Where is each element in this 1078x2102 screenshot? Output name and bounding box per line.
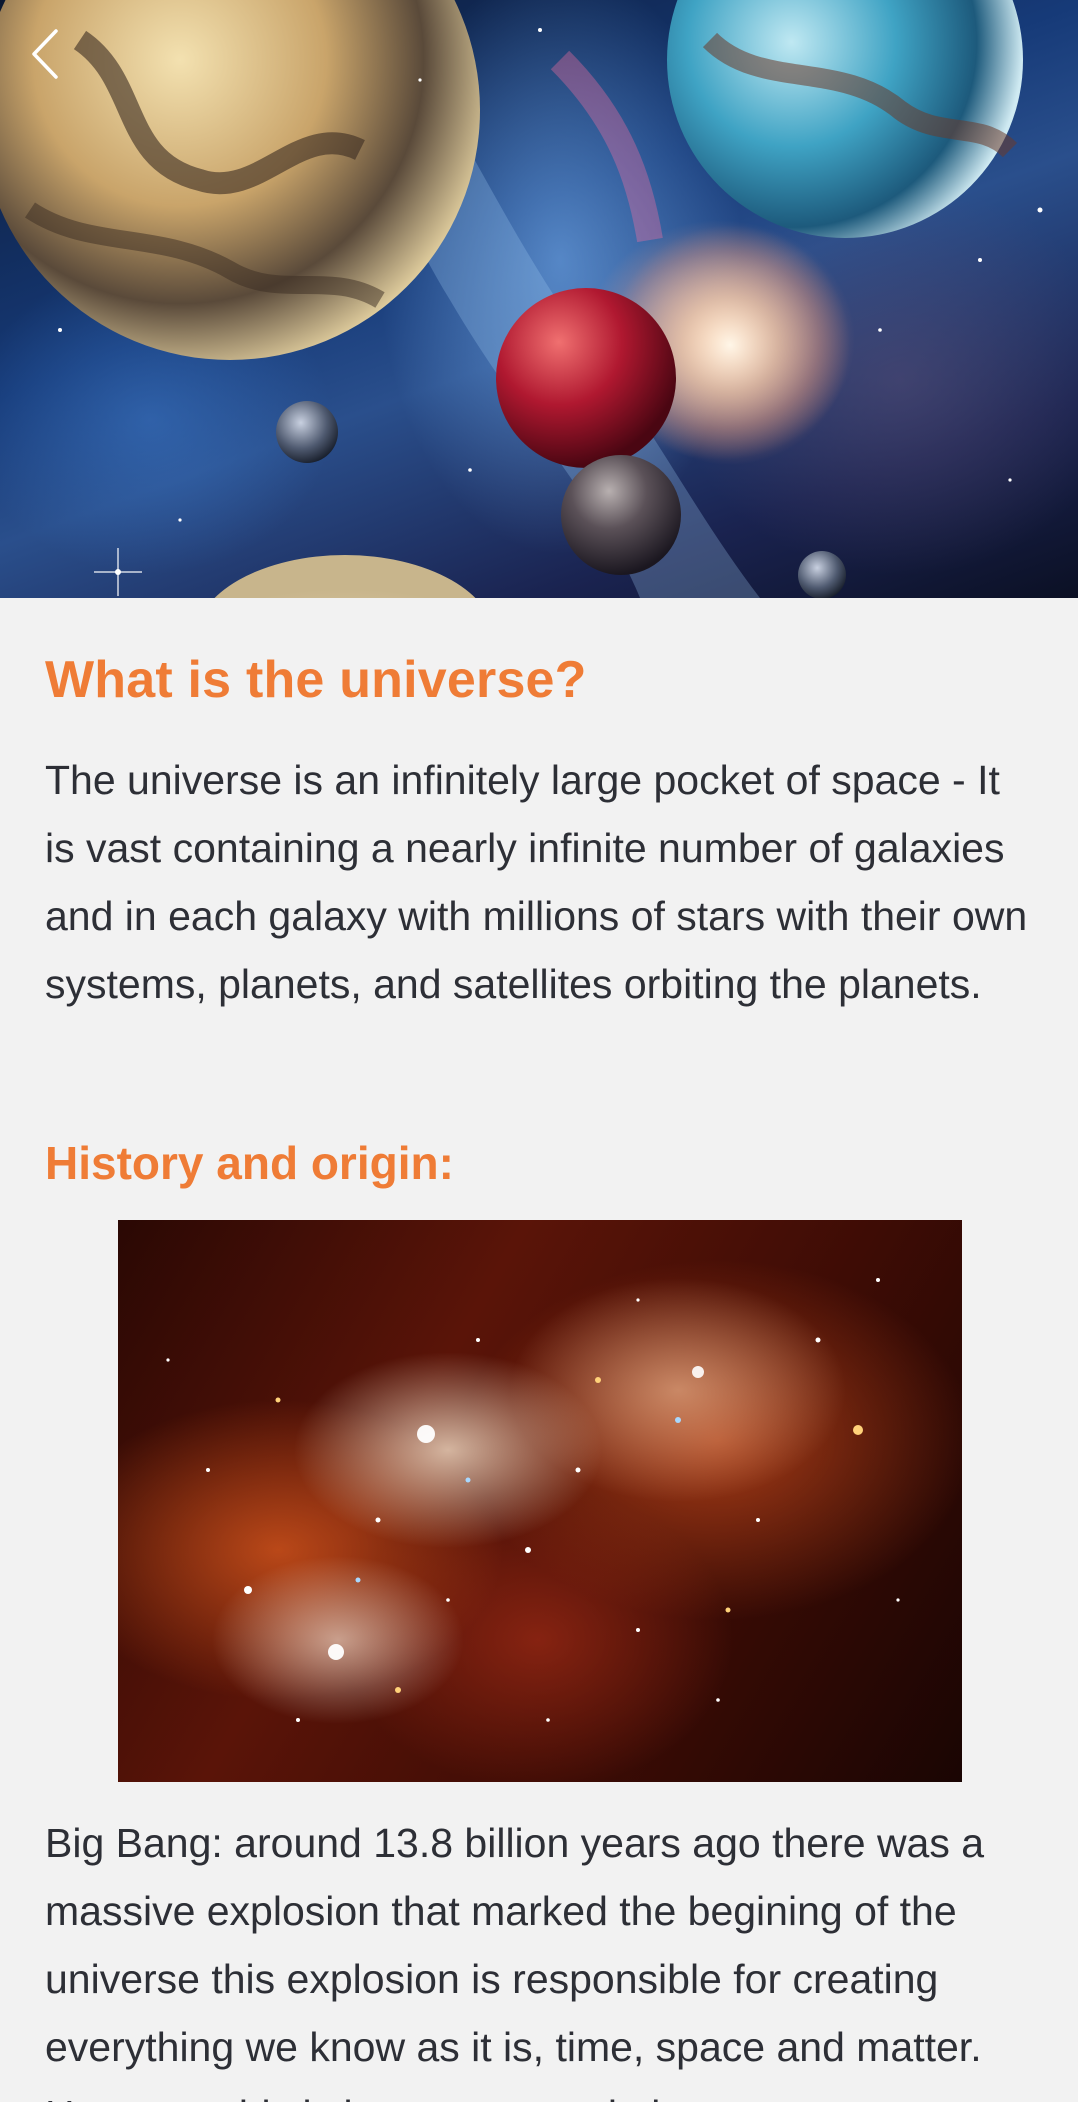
article-screen: What is the universe? The universe is an… xyxy=(0,0,1078,2102)
intro-paragraph: The universe is an infinitely large pock… xyxy=(45,757,1028,1007)
article-title: What is the universe? xyxy=(45,651,587,709)
back-button[interactable] xyxy=(30,28,80,92)
hero-image-planets xyxy=(0,0,1078,598)
section-paragraph: Big Bang: around 13.8 billion years ago … xyxy=(45,1820,985,2102)
galaxy-stars xyxy=(166,1278,900,1722)
section-title: History and origin: xyxy=(45,1137,454,1189)
chevron-left-icon xyxy=(32,29,58,79)
planets-illustration xyxy=(0,0,1043,598)
galaxy-image xyxy=(118,1220,962,1782)
